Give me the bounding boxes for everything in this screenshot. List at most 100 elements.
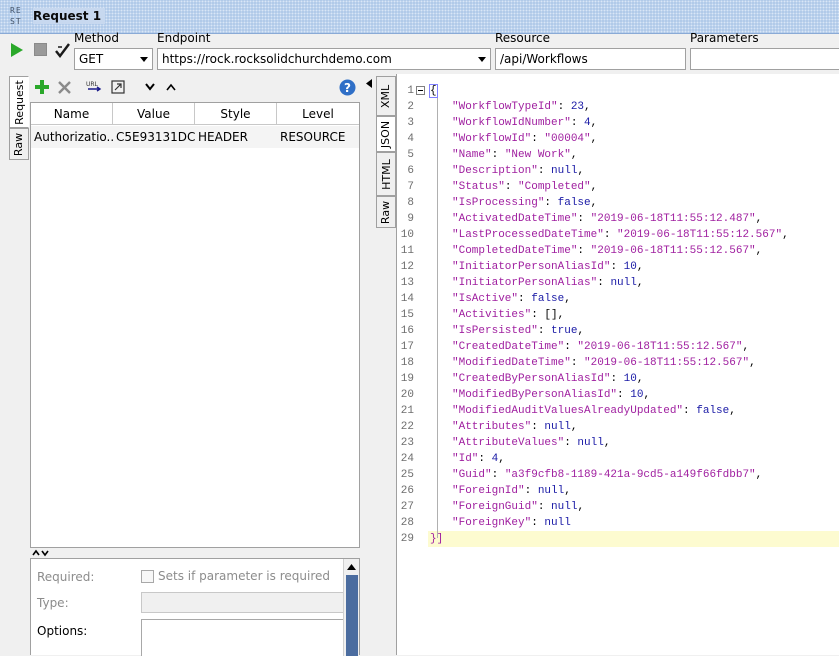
json-key: "Attributes": [452, 421, 532, 433]
move-up-icon[interactable]: [162, 78, 180, 96]
scroll-up-icon[interactable]: [347, 564, 356, 570]
type-field[interactable]: [141, 592, 345, 613]
column-header-style[interactable]: Style: [195, 103, 277, 125]
line-number: 26: [400, 485, 414, 497]
column-header-value[interactable]: Value: [113, 103, 195, 125]
json-value: null: [551, 165, 578, 177]
validate-check-icon[interactable]: [54, 41, 72, 61]
open-bracket: {: [429, 84, 438, 98]
json-value: false: [696, 405, 730, 417]
json-value: []: [544, 309, 558, 321]
cell-value[interactable]: C5E93131DC...: [113, 126, 195, 148]
params-grid: Name Value Style Level Authorizatio... C…: [30, 102, 360, 548]
parameters-input[interactable]: [690, 48, 839, 70]
code-line: "ModifiedAuditValuesAlreadyUpdated": fal…: [452, 403, 736, 419]
type-label: Type:: [37, 596, 69, 610]
line-number: 19: [400, 373, 414, 385]
endpoint-combobox[interactable]: https://rock.rocksolidchurchdemo.com: [157, 48, 491, 70]
delete-param-icon[interactable]: [55, 78, 73, 96]
json-value: 4: [584, 117, 591, 129]
code-line: "ActivatedDateTime": "2019-06-18T11:55:1…: [452, 211, 762, 227]
line-number: 1: [407, 85, 414, 97]
json-value: "2019-06-18T11:55:12.567": [577, 341, 743, 353]
code-line: "WorkflowIdNumber": 4,: [452, 115, 597, 131]
colon: :: [531, 133, 545, 145]
column-header-name[interactable]: Name: [31, 103, 113, 125]
line-number: 28: [400, 517, 414, 529]
scroll-thumb[interactable]: [346, 575, 358, 656]
json-key: "Name": [452, 149, 492, 161]
comma: ,: [590, 117, 598, 129]
panel-splitter[interactable]: [30, 548, 360, 558]
line-number: 29: [400, 533, 414, 545]
code-line: "CreatedDateTime": "2019-06-18T11:55:12.…: [452, 339, 749, 355]
line-number: 12: [400, 261, 414, 273]
json-value: "New Work": [504, 149, 571, 161]
colon: :: [524, 485, 538, 497]
comma: ,: [755, 469, 763, 481]
tab-xml[interactable]: XML: [376, 76, 396, 116]
json-value: false: [531, 293, 565, 305]
line-number: 24: [400, 453, 414, 465]
cell-level[interactable]: RESOURCE: [277, 126, 359, 148]
json-value: null: [544, 517, 571, 529]
options-textarea[interactable]: [141, 619, 345, 656]
line-number: 5: [407, 149, 414, 161]
options-label: Options:: [37, 624, 88, 638]
json-value: "00004": [544, 133, 591, 145]
endpoint-value: https://rock.rocksolidchurchdemo.com: [162, 52, 392, 66]
json-value: 23: [570, 101, 585, 113]
required-checkbox[interactable]: [141, 570, 154, 583]
tab-raw-response[interactable]: Raw: [376, 196, 396, 228]
tab-json[interactable]: JSON: [376, 116, 396, 152]
code-line: }]: [430, 531, 443, 547]
json-key: "WorkflowId": [452, 133, 532, 145]
json-value: "2019-06-18T11:55:12.567": [617, 229, 783, 241]
stop-icon[interactable]: [34, 43, 47, 56]
json-key: "WorkflowIdNumber": [452, 117, 571, 129]
json-key: "ActivatedDateTime": [452, 213, 578, 225]
url-encode-icon[interactable]: URL: [85, 78, 103, 96]
collapse-left-icon[interactable]: [366, 79, 372, 88]
comma: ,: [636, 261, 644, 273]
json-value: "2019-06-18T11:55:12.487": [590, 213, 756, 225]
tab-request-label: Request: [12, 79, 26, 125]
comma: ,: [755, 213, 763, 225]
resource-input[interactable]: /api/Workflows: [495, 48, 686, 70]
request-tab-title[interactable]: Request 1: [33, 8, 106, 24]
line-number: 2: [407, 101, 414, 113]
play-icon[interactable]: [10, 43, 24, 57]
tab-html[interactable]: HTML: [376, 152, 396, 196]
method-dropdown[interactable]: GET: [74, 48, 153, 70]
comma: ,: [749, 357, 756, 369]
properties-scrollbar[interactable]: [343, 559, 359, 656]
chevron-down-icon: [473, 49, 490, 69]
colon: :: [478, 453, 492, 465]
cell-name[interactable]: Authorizatio...: [31, 126, 113, 148]
column-header-level[interactable]: Level: [277, 103, 359, 125]
json-value: "2019-06-18T11:55:12.567": [590, 245, 756, 257]
comma: ,: [577, 325, 585, 337]
code-line: "Attributes": null,: [452, 419, 577, 435]
line-number: 10: [400, 229, 414, 241]
colon: :: [610, 373, 624, 385]
collapse-arrows-icon[interactable]: [32, 549, 50, 557]
json-key: "Id": [452, 453, 479, 465]
move-down-icon[interactable]: [141, 78, 159, 96]
resize-icon[interactable]: [109, 78, 127, 96]
tab-raw-request[interactable]: Raw: [9, 128, 29, 160]
tab-request[interactable]: Request: [9, 76, 29, 128]
code-line: "ForeignKey": null: [452, 515, 571, 531]
json-key: "CreatedDateTime": [452, 341, 565, 353]
cell-style[interactable]: HEADER: [195, 126, 277, 148]
json-key: "Status": [452, 181, 505, 193]
code-line: "Activities": [],: [452, 307, 564, 323]
code-line: "CompletedDateTime": "2019-06-18T11:55:1…: [452, 243, 762, 259]
json-value: "Completed": [518, 181, 591, 193]
fold-collapse-icon[interactable]: [416, 86, 425, 95]
add-param-icon[interactable]: [33, 78, 51, 96]
help-icon[interactable]: ?: [338, 78, 356, 96]
tab-json-label: JSON: [379, 120, 393, 148]
method-value: GET: [79, 52, 104, 66]
comma: ,: [729, 405, 736, 417]
